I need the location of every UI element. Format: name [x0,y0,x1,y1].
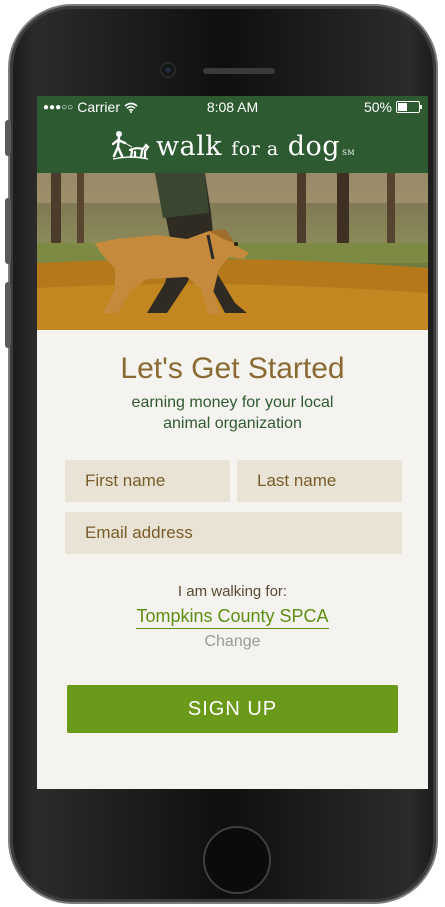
battery-fill [398,103,407,111]
first-name-placeholder: First name [85,471,166,490]
organization-link[interactable]: Tompkins County SPCA [136,606,329,629]
last-name-field[interactable]: Last name [237,460,402,502]
logo-for-a: for a [231,137,279,160]
last-name-placeholder: Last name [257,471,337,490]
battery-percent: 50% [363,99,392,115]
app-screen: ●●●○○ Carrier 8:08 AM 50% walk for a dog… [37,96,428,789]
app-header: walk for a dog SM [37,118,428,173]
sign-up-button[interactable]: SIGN UP [67,685,398,733]
email-placeholder: Email address [85,523,193,542]
front-camera-icon [162,64,174,76]
logo-dog: dog [287,130,341,162]
app-logo: walk for a dog SM [110,130,355,162]
subtitle-line-2: animal organization [163,415,302,432]
organization-row: Tompkins County SPCA [37,606,428,629]
home-button[interactable] [203,826,271,894]
first-name-field[interactable]: First name [65,460,230,502]
subtitle-line-1: earning money for your local [131,394,334,411]
walking-for-label: I am walking for: [177,583,288,600]
dog-walk-photo [37,173,428,330]
page-subtitle: earning money for your local animal orga… [37,392,428,434]
mute-switch [5,120,11,156]
speaker-grille [203,68,275,74]
walker-and-dog-icon [111,130,150,160]
volume-up-button [5,198,11,264]
logo-wordmark: walk for a dog SM [156,131,355,162]
page-title: Let's Get Started [120,352,345,385]
battery-icon [396,101,422,113]
status-bar: ●●●○○ Carrier 8:08 AM 50% [37,96,428,118]
email-field[interactable]: Email address [65,512,402,554]
volume-down-button [5,282,11,348]
logo-sm-mark: SM [342,148,356,157]
logo-walk: walk [155,130,223,162]
change-organization-link[interactable]: Change [37,633,428,651]
